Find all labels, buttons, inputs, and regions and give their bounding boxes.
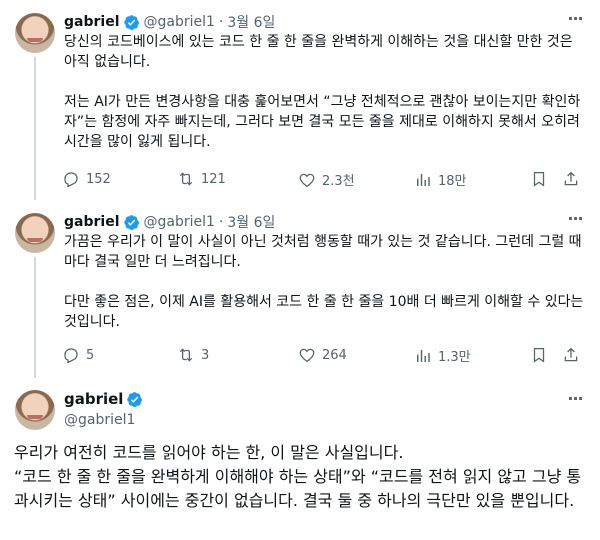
author-handle[interactable]: @gabriel1	[144, 14, 215, 30]
tweet-text: 가끔은 우리가 이 말이 사실이 아닌 것처럼 행동할 때가 있는 것 같습니다…	[64, 234, 584, 330]
tweet-2[interactable]: gabriel @gabriel1 · 3월 6일 ··· 가끔은 우리가 이 …	[0, 200, 600, 378]
author-handle[interactable]: @gabriel1	[64, 412, 135, 428]
avatar[interactable]	[15, 213, 55, 253]
tweet-header: gabriel @gabriel1 · 3월 6일	[64, 12, 275, 32]
views-button[interactable]: 1.3만	[414, 346, 471, 365]
more-icon[interactable]: ···	[566, 11, 584, 30]
author-name[interactable]: gabriel	[64, 390, 143, 408]
bookmark-icon	[533, 171, 545, 187]
tweet-1[interactable]: gabriel @gabriel1 · 3월 6일 ··· 당신의 코드베이스에…	[0, 0, 600, 200]
views-icon	[417, 349, 430, 362]
tweet-actions: 152 121 2.3천 18만	[62, 170, 582, 190]
more-icon[interactable]: ···	[566, 391, 584, 410]
tweet-actions: 5 3 264 1.3만	[62, 346, 582, 366]
share-icon	[564, 347, 578, 362]
repost-count: 3	[201, 347, 210, 363]
tweet-date[interactable]: 3월 6일	[227, 212, 275, 232]
author-name[interactable]: gabriel	[64, 14, 120, 30]
reply-button[interactable]: 5	[62, 346, 94, 364]
avatar[interactable]	[15, 13, 55, 53]
author-name[interactable]: gabriel	[64, 214, 120, 230]
thread-line	[34, 257, 36, 378]
reply-icon	[64, 348, 78, 364]
reply-button[interactable]: 152	[62, 170, 111, 188]
share-icon	[564, 171, 578, 186]
share-button[interactable]	[562, 170, 580, 192]
tweet-date[interactable]: 3월 6일	[227, 12, 275, 32]
bookmark-button[interactable]	[530, 346, 548, 368]
separator-dot: ·	[218, 14, 224, 30]
reply-count: 152	[86, 171, 111, 187]
bookmark-button[interactable]	[530, 170, 548, 192]
share-button[interactable]	[562, 346, 580, 368]
like-button[interactable]: 264	[298, 346, 347, 364]
tweet-text: 당신의 코드베이스에 있는 코드 한 줄 한 줄을 완벽하게 이해하는 것을 대…	[64, 34, 581, 150]
bookmark-icon	[533, 347, 545, 363]
repost-button[interactable]: 3	[177, 346, 209, 364]
avatar[interactable]	[15, 390, 55, 430]
verified-badge-icon	[127, 391, 143, 407]
views-count: 18만	[438, 174, 467, 189]
tweet-header: gabriel @gabriel1 · 3월 6일	[64, 212, 275, 232]
main-tweet: gabriel @gabriel1 ··· 우리가 여전히 코드를 읽어야 하는…	[0, 378, 600, 540]
author-handle[interactable]: @gabriel1	[144, 214, 215, 230]
like-count: 264	[322, 347, 347, 363]
more-icon[interactable]: ···	[566, 211, 584, 230]
main-tweet-text: 우리가 여전히 코드를 읽어야 하는 한, 이 말은 사실입니다. “코드 한 …	[14, 443, 582, 510]
repost-icon	[179, 348, 193, 362]
verified-badge-icon	[123, 214, 139, 230]
reply-count: 5	[86, 347, 95, 363]
repost-button[interactable]: 121	[177, 170, 226, 188]
like-button[interactable]: 2.3천	[298, 170, 355, 189]
views-button[interactable]: 18만	[414, 170, 467, 189]
thread-line	[34, 57, 36, 200]
like-count: 2.3천	[322, 174, 355, 189]
repost-count: 121	[201, 171, 226, 187]
like-icon	[299, 348, 315, 363]
verified-badge-icon	[123, 14, 139, 30]
repost-icon	[179, 172, 193, 186]
views-icon	[417, 173, 430, 186]
views-count: 1.3만	[438, 350, 471, 365]
separator-dot: ·	[218, 214, 224, 230]
reply-icon	[64, 172, 78, 188]
like-icon	[299, 173, 315, 187]
author-name-text: gabriel	[64, 390, 124, 408]
